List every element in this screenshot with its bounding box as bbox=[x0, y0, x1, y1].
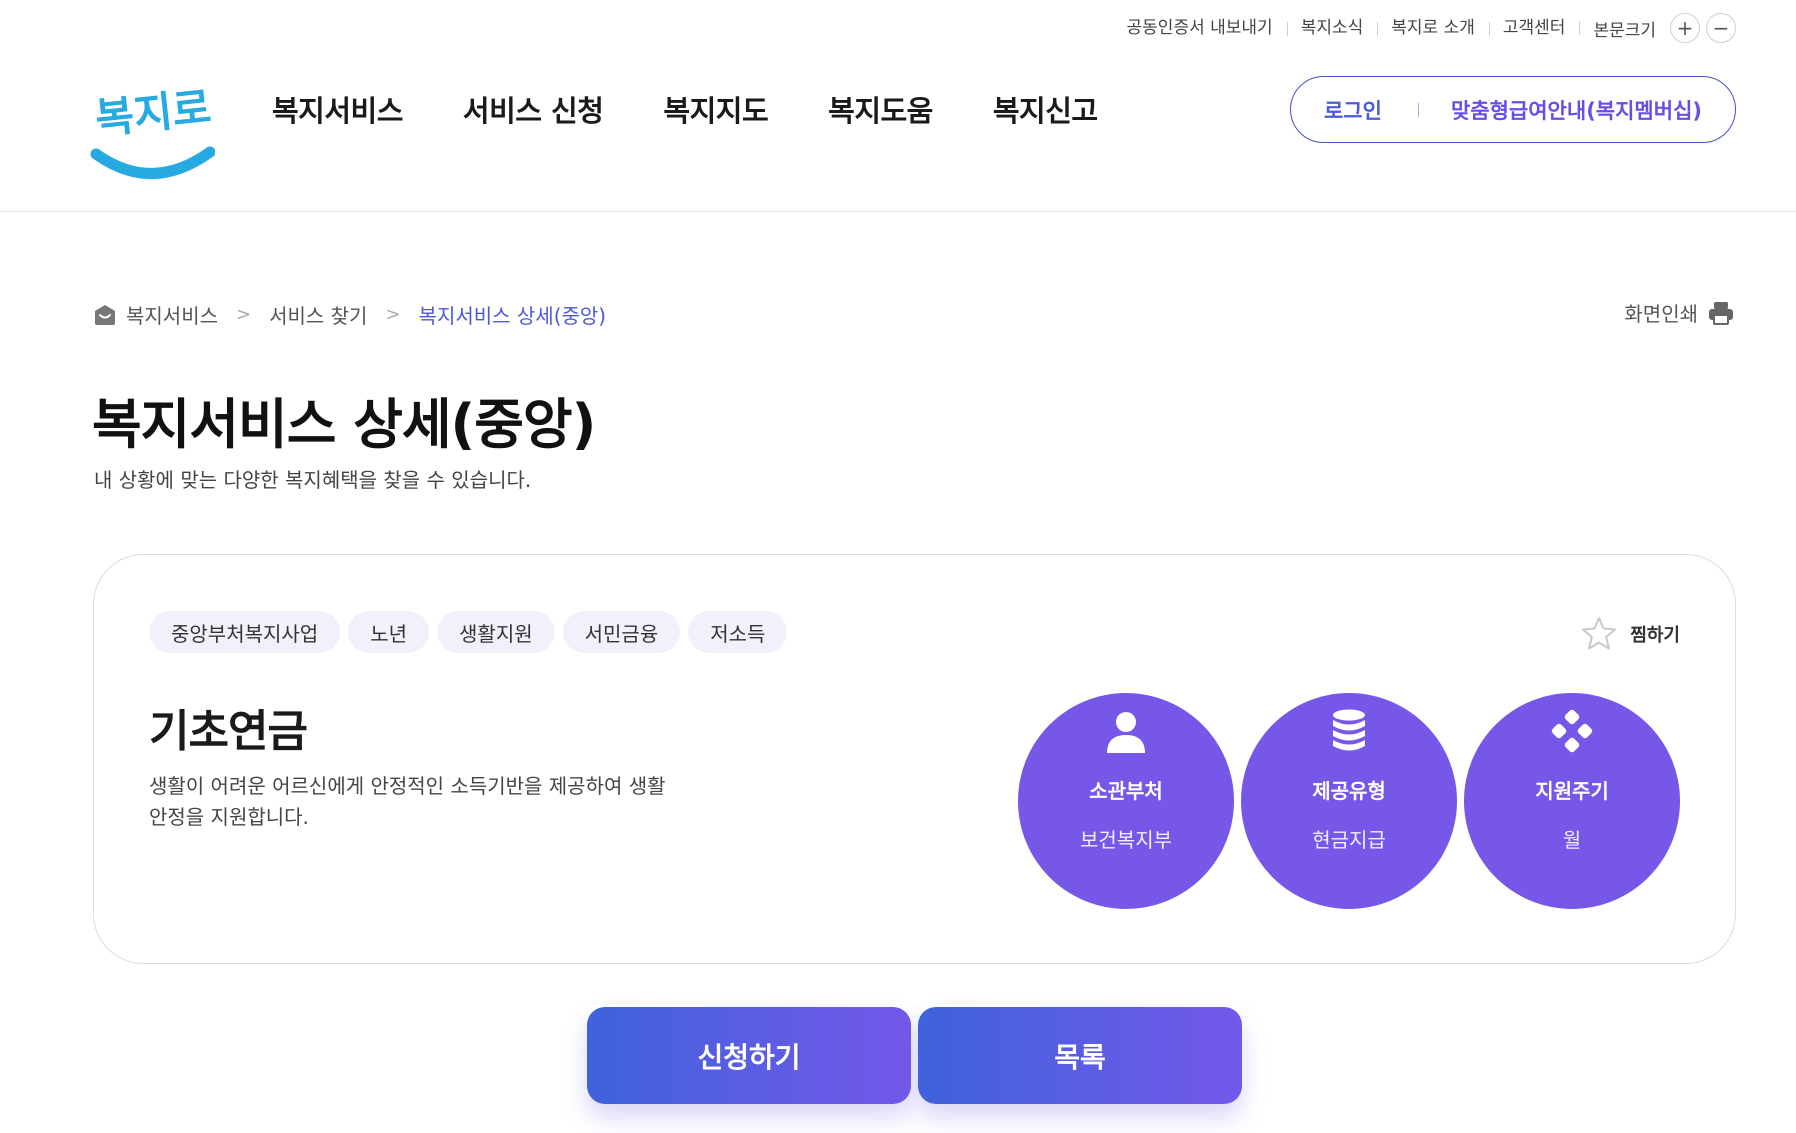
bookmark-label: 찜하기 bbox=[1630, 625, 1680, 646]
print-label: 화면인쇄 bbox=[1624, 302, 1698, 326]
info-value: 월 bbox=[1562, 828, 1582, 852]
star-icon bbox=[1582, 617, 1617, 650]
service-info: 소관부처 보건복지부 제공유형 현금지급 지원주기 월 bbox=[1018, 693, 1687, 909]
svg-text:복지로: 복지로 bbox=[93, 83, 213, 144]
utility-bar: 공동인증서 내보내기 복지소식 복지로 소개 고객센터 본문크기 + − bbox=[1113, 13, 1736, 43]
zoom-out-button[interactable]: − bbox=[1706, 13, 1736, 43]
tag[interactable]: 서민금융 bbox=[562, 611, 681, 653]
apply-button[interactable]: 신청하기 bbox=[587, 1007, 911, 1104]
printer-icon bbox=[1709, 301, 1733, 325]
about-link[interactable]: 복지로 소개 bbox=[1377, 14, 1489, 42]
breadcrumb: 복지서비스 > 서비스 찾기 > 복지서비스 상세(중앙) bbox=[94, 300, 606, 329]
page-title: 복지서비스 상세(중앙) bbox=[92, 393, 596, 456]
site-logo[interactable]: 복지로 bbox=[90, 72, 216, 187]
font-size-label: 본문크기 bbox=[1593, 20, 1656, 41]
info-label: 제공유형 bbox=[1312, 779, 1386, 803]
action-buttons: 신청하기 목록 bbox=[587, 1007, 1249, 1104]
info-value: 현금지급 bbox=[1312, 828, 1386, 852]
service-title: 기초연금 bbox=[149, 706, 308, 757]
site-header: 공동인증서 내보내기 복지소식 복지로 소개 고객센터 본문크기 + − 복지로… bbox=[0, 0, 1796, 212]
nav-welfare-report[interactable]: 복지신고 bbox=[993, 88, 1098, 130]
tag[interactable]: 저소득 bbox=[688, 611, 788, 653]
breadcrumb-item-welfare[interactable]: 복지서비스 bbox=[126, 300, 218, 329]
tag[interactable]: 노년 bbox=[348, 611, 430, 653]
info-value: 보건복지부 bbox=[1080, 828, 1172, 852]
login-link[interactable]: 로그인 bbox=[1324, 95, 1382, 125]
membership-link[interactable]: 맞춤형급여안내(복지멤버십) bbox=[1451, 95, 1702, 125]
home-icon[interactable] bbox=[94, 304, 116, 326]
service-card: 중앙부처복지사업 노년 생활지원 서민금융 저소득 찜하기 기초연금 생활이 어… bbox=[93, 554, 1736, 964]
list-button[interactable]: 목록 bbox=[918, 1007, 1242, 1104]
nav-welfare-service[interactable]: 복지서비스 bbox=[272, 88, 403, 130]
info-type: 제공유형 현금지급 bbox=[1241, 693, 1457, 909]
nav-welfare-map[interactable]: 복지지도 bbox=[663, 88, 768, 130]
bookmark-button[interactable]: 찜하기 bbox=[1580, 615, 1680, 653]
cycle-icon bbox=[1551, 709, 1593, 753]
login-box: 로그인 맞춤형급여안내(복지멤버십) bbox=[1290, 76, 1736, 143]
nav-service-apply[interactable]: 서비스 신청 bbox=[463, 88, 604, 130]
info-cycle: 지원주기 월 bbox=[1464, 693, 1680, 909]
divider bbox=[1417, 102, 1419, 117]
main-nav: 복지서비스 서비스 신청 복지지도 복지도움 복지신고 bbox=[272, 88, 1158, 130]
welfare-news-link[interactable]: 복지소식 bbox=[1286, 14, 1378, 42]
print-button[interactable]: 화면인쇄 bbox=[1624, 298, 1734, 327]
person-icon bbox=[1107, 712, 1145, 753]
breadcrumb-current: 복지서비스 상세(중앙) bbox=[418, 304, 607, 328]
zoom-in-button[interactable]: + bbox=[1670, 13, 1700, 43]
nav-welfare-help[interactable]: 복지도움 bbox=[828, 88, 933, 130]
tag-list: 중앙부처복지사업 노년 생활지원 서민금융 저소득 bbox=[149, 611, 795, 653]
info-label: 지원주기 bbox=[1535, 779, 1609, 803]
service-description: 생활이 어려운 어르신에게 안정적인 소득기반을 제공하여 생활안정을 지원합니… bbox=[149, 774, 666, 829]
info-department: 소관부처 보건복지부 bbox=[1018, 693, 1234, 909]
font-size-control: 본문크기 + − bbox=[1579, 13, 1736, 43]
tag[interactable]: 중앙부처복지사업 bbox=[149, 611, 341, 653]
page-description: 내 상황에 맞는 다양한 복지혜택을 찾을 수 있습니다. bbox=[94, 468, 532, 492]
chevron-right-icon: > bbox=[385, 304, 401, 325]
breadcrumb-item-search[interactable]: 서비스 찾기 bbox=[269, 300, 367, 329]
tag[interactable]: 생활지원 bbox=[437, 611, 555, 653]
info-label: 소관부처 bbox=[1089, 779, 1163, 803]
database-icon bbox=[1333, 709, 1365, 751]
chevron-right-icon: > bbox=[236, 304, 252, 325]
logo-image: 복지로 bbox=[90, 83, 216, 179]
cert-export-link[interactable]: 공동인증서 내보내기 bbox=[1113, 14, 1287, 42]
customer-center-link[interactable]: 고객센터 bbox=[1488, 14, 1580, 42]
